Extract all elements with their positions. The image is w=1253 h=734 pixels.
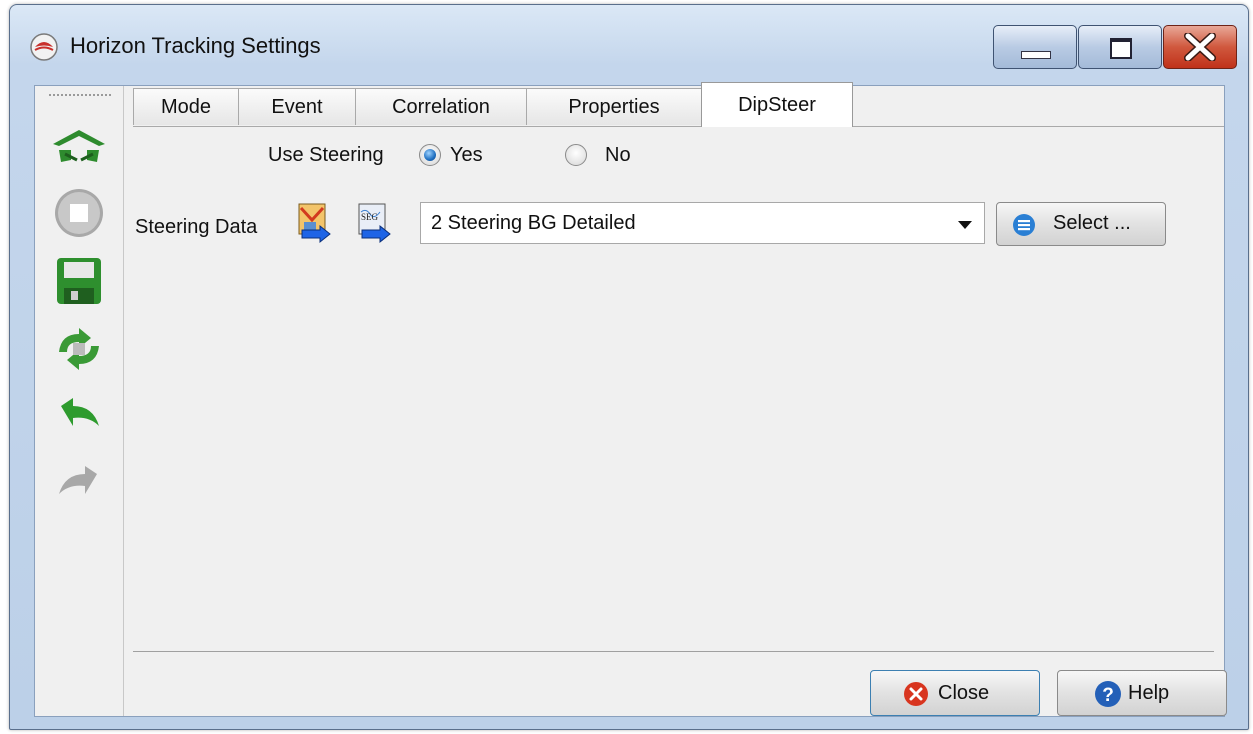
- svg-text:?: ?: [1102, 685, 1114, 706]
- use-steering-no-radio[interactable]: [565, 144, 587, 166]
- steering-data-label: Steering Data: [135, 216, 258, 238]
- window-title: Horizon Tracking Settings: [70, 33, 321, 58]
- close-circle-icon: [904, 682, 928, 706]
- import-seg-icon[interactable]: SEG: [356, 200, 392, 244]
- steering-data-select[interactable]: 2 Steering BG Detailed: [420, 202, 985, 244]
- use-steering-label: Use Steering: [268, 144, 384, 166]
- footer-separator: [133, 651, 1214, 652]
- maximize-icon: [1110, 38, 1132, 59]
- dialog-window: Horizon Tracking Settings Mode Event Cor…: [9, 4, 1249, 730]
- retrack-icon[interactable]: [49, 322, 109, 376]
- close-icon: [1184, 33, 1216, 61]
- tab-content: Mode Event Correlation Properties DipSte…: [123, 82, 1227, 716]
- svg-text:SEG: SEG: [361, 212, 379, 222]
- side-toolbar: [35, 86, 124, 716]
- import-steering-icon[interactable]: [296, 200, 332, 244]
- help-button[interactable]: ? Help: [1057, 670, 1227, 716]
- select-button-label: Select ...: [1053, 212, 1131, 234]
- title-bar[interactable]: Horizon Tracking Settings: [10, 5, 1248, 85]
- track-icon[interactable]: [49, 118, 109, 172]
- tab-dipsteer[interactable]: DipSteer: [701, 82, 853, 127]
- chevron-down-icon: [958, 221, 972, 229]
- help-icon: ?: [1095, 681, 1121, 707]
- toolbar-grip[interactable]: [49, 94, 111, 98]
- tab-event[interactable]: Event: [238, 88, 356, 125]
- dialog-client: Mode Event Correlation Properties DipSte…: [34, 82, 1227, 717]
- tab-strip-line: [133, 126, 1224, 127]
- app-icon: [30, 33, 58, 61]
- no-label[interactable]: No: [605, 144, 631, 167]
- maximize-button[interactable]: [1078, 25, 1162, 69]
- close-button-label: Close: [938, 682, 990, 704]
- list-icon: [1013, 214, 1035, 236]
- save-icon[interactable]: [49, 254, 109, 308]
- select-button[interactable]: Select ...: [996, 202, 1166, 246]
- stop-icon[interactable]: [49, 186, 109, 240]
- undo-icon[interactable]: [49, 390, 109, 444]
- help-button-label: Help: [1128, 682, 1170, 704]
- use-steering-yes-radio[interactable]: [419, 144, 441, 166]
- close-button[interactable]: Close: [870, 670, 1040, 716]
- minimize-icon: [1021, 51, 1051, 59]
- redo-icon[interactable]: [49, 458, 109, 512]
- minimize-button[interactable]: [993, 25, 1077, 69]
- window-close-button[interactable]: [1163, 25, 1237, 69]
- steering-data-value: 2 Steering BG Detailed: [431, 212, 636, 234]
- tab-correlation[interactable]: Correlation: [355, 88, 527, 125]
- tab-properties[interactable]: Properties: [526, 88, 702, 125]
- yes-label[interactable]: Yes: [450, 144, 483, 167]
- tab-mode[interactable]: Mode: [133, 88, 239, 125]
